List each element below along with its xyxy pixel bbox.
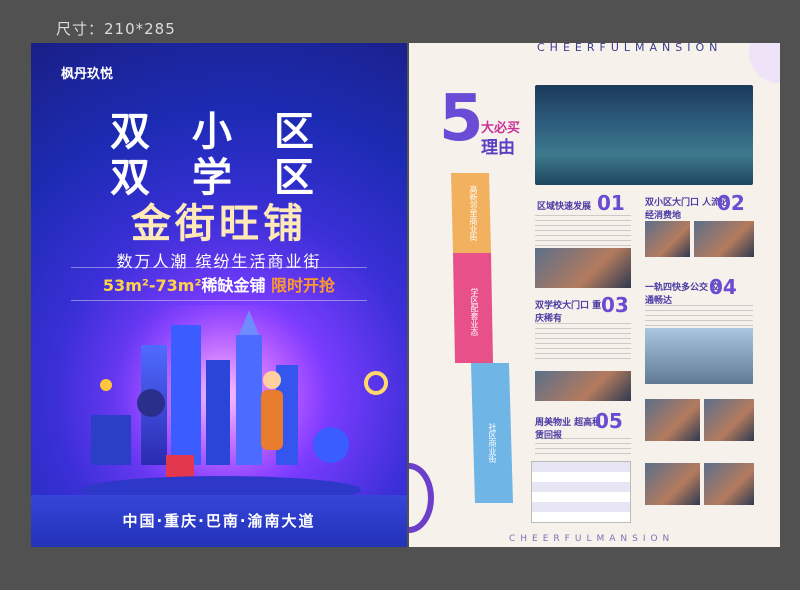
reason-5-body xyxy=(535,438,631,456)
offer-middle: 稀缺金铺 xyxy=(201,276,266,295)
reason-1-photo xyxy=(535,248,631,288)
left-poster: 枫丹玖悦 双 小 区 双 学 区 金街旺铺 数万人潮 缤纷生活商业街 53m²-… xyxy=(31,43,407,547)
brand-name: 枫丹玖悦 xyxy=(61,67,114,82)
offer-area: 53m²-73m² xyxy=(102,276,202,295)
reason-1-num: 01 xyxy=(597,191,625,215)
footer-location: 中国·重庆·巴南·渝南大道 xyxy=(31,495,407,547)
reason-4-photo xyxy=(645,328,753,384)
shop-photo-2 xyxy=(704,399,754,441)
reason-3-body xyxy=(535,323,631,363)
reason-2-num: 02 xyxy=(717,191,745,215)
five-number: 5 xyxy=(439,82,484,156)
strip-label-2: 学区配套业态 xyxy=(470,288,479,336)
reason-3-title: 双学校大门口 重庆稀有 xyxy=(535,301,602,324)
reason-3-photo xyxy=(535,371,631,401)
offer-line: 53m²-73m²稀缺金铺 限时开抢 xyxy=(71,267,367,301)
five-sub-2: 理由 xyxy=(481,138,515,158)
reason-2-photo-b xyxy=(694,221,754,257)
strip-label-1: 高新邻里商业街 xyxy=(469,185,478,241)
shop-photo-4 xyxy=(704,463,754,505)
bottom-banner: CHEERFULMANSION xyxy=(509,534,675,544)
reason-4-num: 04 xyxy=(709,275,737,299)
strip-label-3: 社区商业街 xyxy=(488,423,497,463)
offer-suffix: 限时开抢 xyxy=(271,276,336,295)
reason-1-title: 区域快速发展 xyxy=(537,202,592,212)
headline-3: 金街旺铺 xyxy=(131,201,307,247)
aerial-photo xyxy=(535,85,753,185)
right-poster: CHEERFULMANSION 5 大必买 理由 高新邻里商业街 学区配套业态 … xyxy=(409,43,780,547)
deco-ring xyxy=(409,463,434,533)
city-illustration xyxy=(81,305,388,505)
reason-3-num: 03 xyxy=(601,293,629,317)
reason-2-photo-a xyxy=(645,221,690,257)
shop-photo-3 xyxy=(645,463,700,505)
deco-circle xyxy=(749,43,780,83)
rent-table xyxy=(531,461,631,523)
size-label: 尺寸：210*285 xyxy=(56,20,176,38)
reason-5-num: 05 xyxy=(595,409,623,433)
top-banner: CHEERFULMANSION xyxy=(537,43,723,54)
shop-photo-1 xyxy=(645,399,700,441)
